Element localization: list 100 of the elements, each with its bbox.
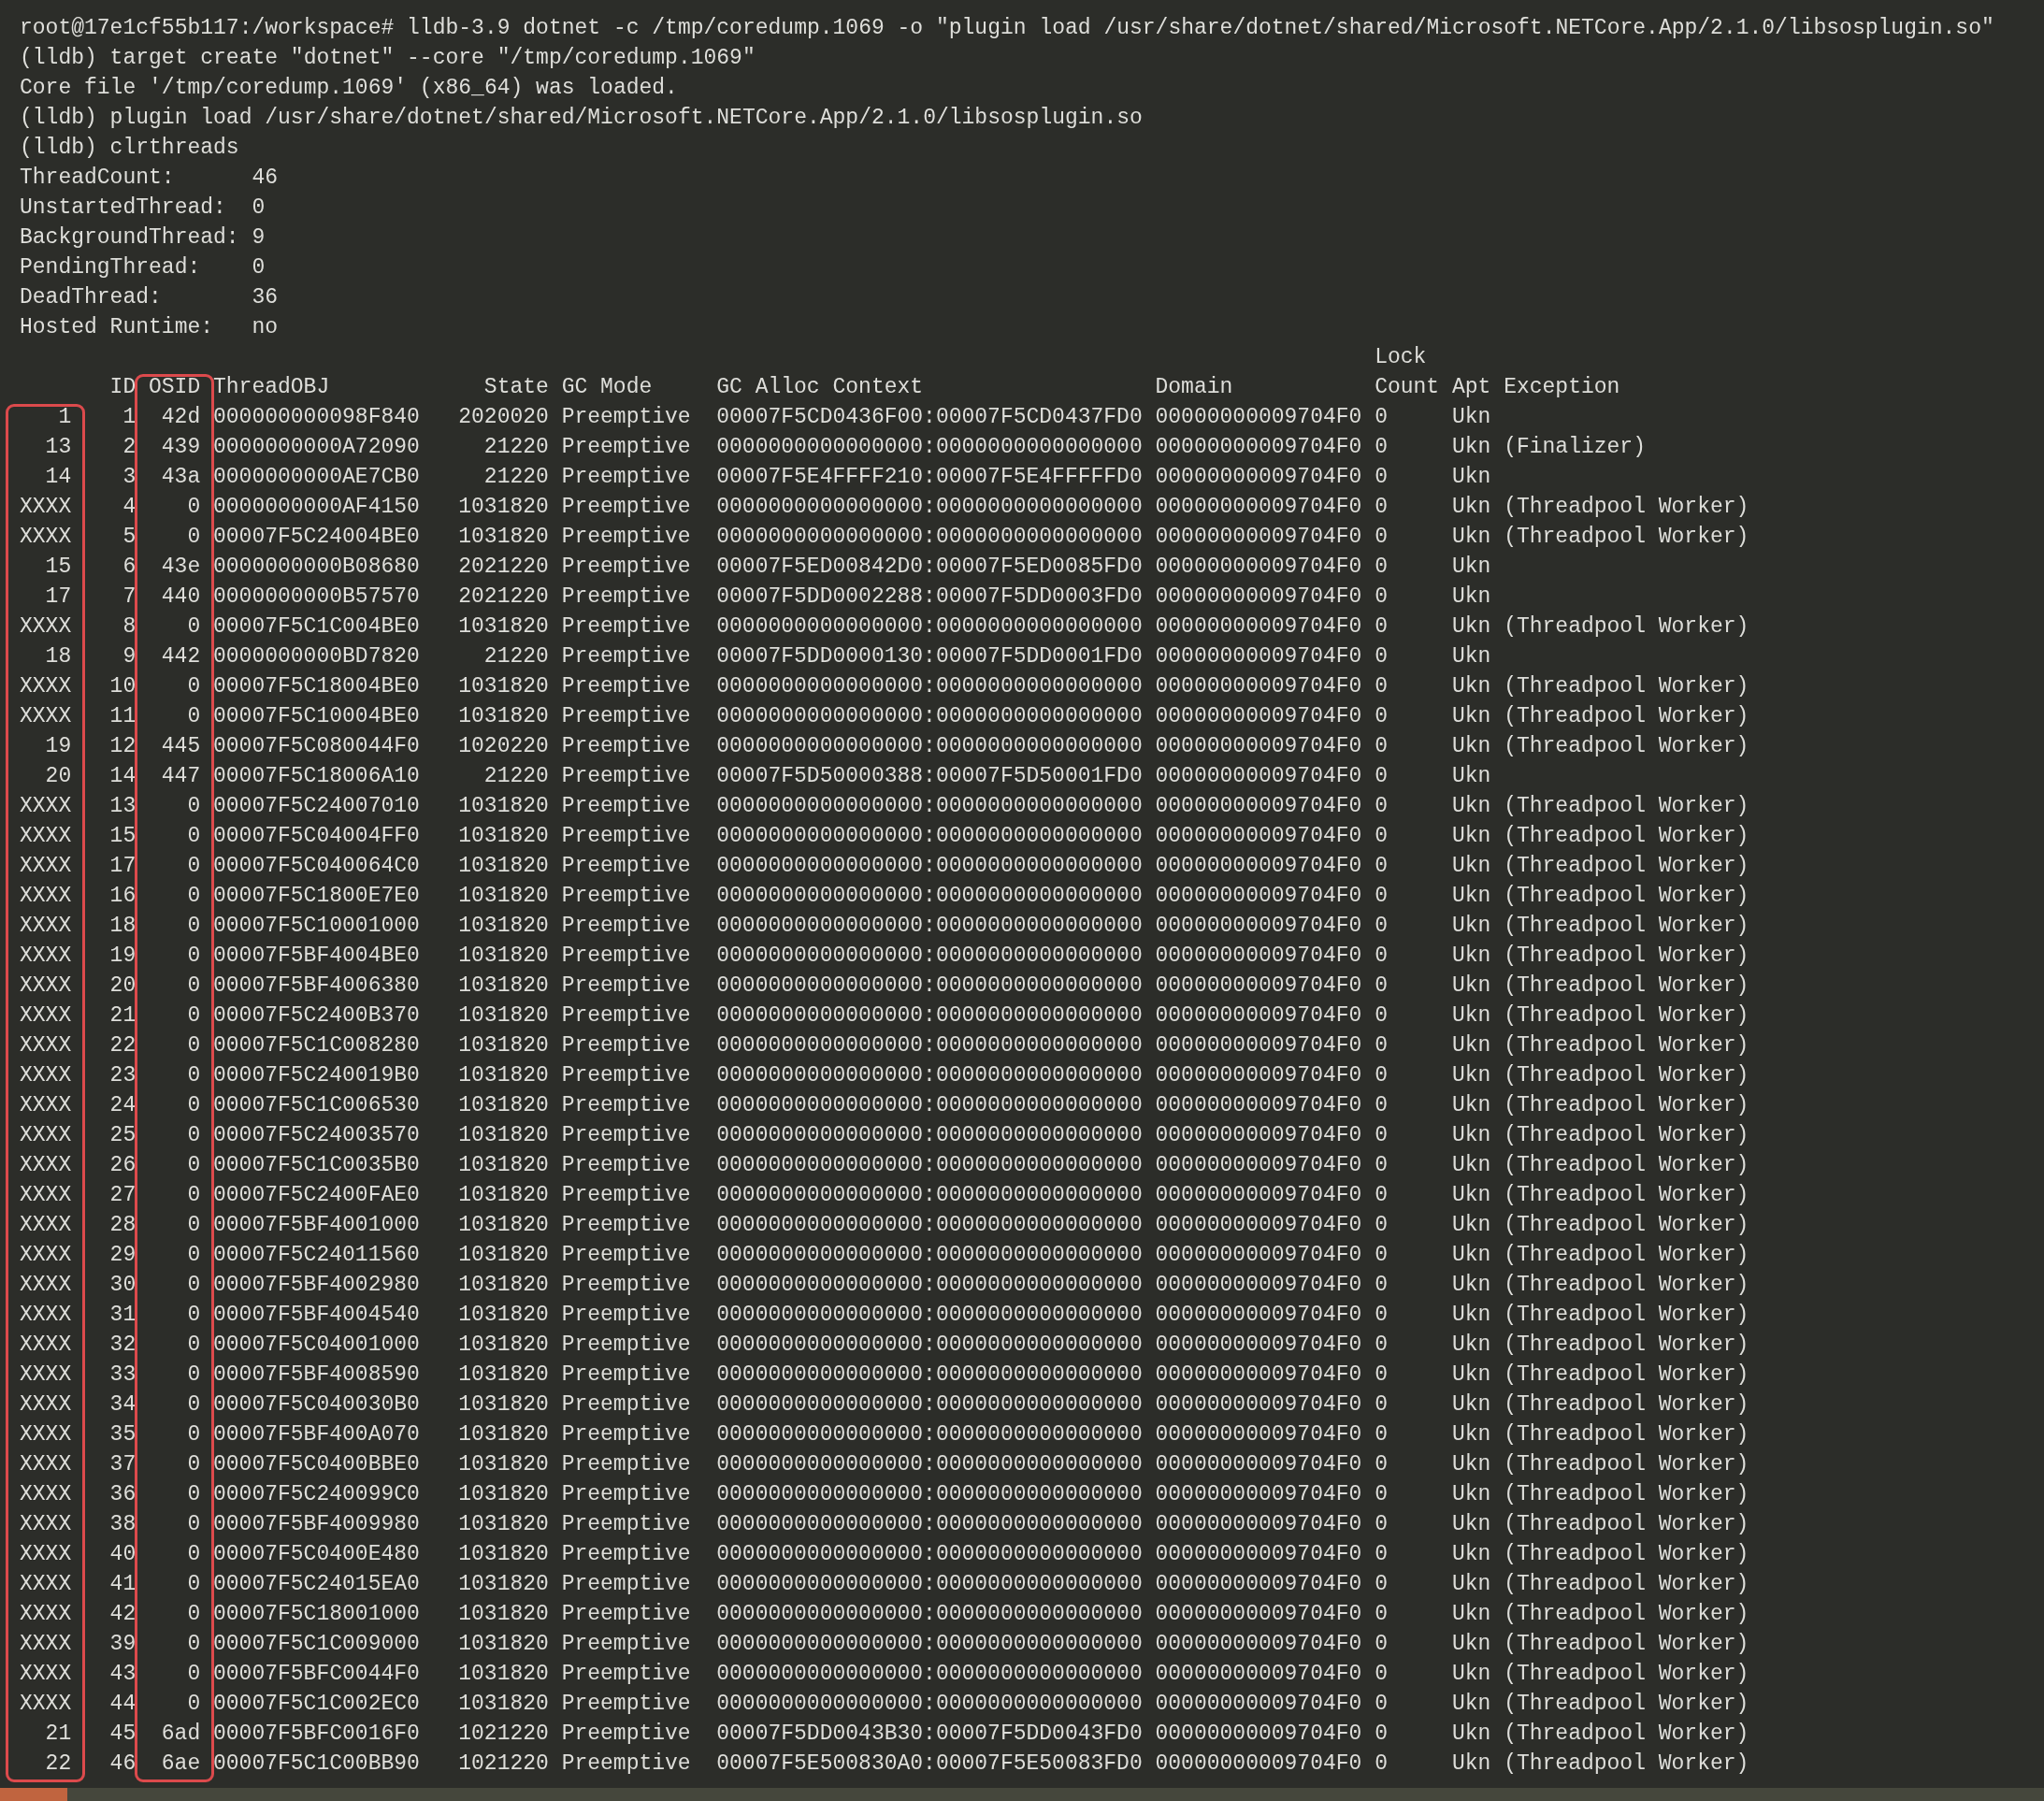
table-cell-text: 00007F5C10001000	[213, 913, 420, 940]
table-cell-text: 0	[187, 1481, 201, 1508]
table-cell-text: Ukn	[1451, 494, 1491, 521]
table-cell-text: 0000000000000000:0000000000000000	[716, 1421, 1143, 1448]
table-cell-text: (Threadpool Worker)	[1504, 1481, 1749, 1508]
table-cell-text: 00007F5BF4009980	[213, 1511, 420, 1538]
table-cell-text: Ukn	[1451, 613, 1491, 641]
stat-label: UnstartedThread:	[20, 195, 227, 222]
table-cell-text: 2020020	[458, 404, 549, 431]
table-cell-text: Preemptive	[561, 763, 691, 790]
table-cell-text: 1031820	[458, 1122, 549, 1149]
table-cell-text: 32	[109, 1332, 137, 1359]
table-cell-text: (Threadpool Worker)	[1504, 1362, 1749, 1389]
table-cell-text: 0	[1375, 1751, 1388, 1778]
table-cell-text: 38	[109, 1511, 137, 1538]
table-cell-text: 0000000000000000:0000000000000000	[716, 613, 1143, 641]
table-cell-text: XXXX	[20, 1661, 72, 1688]
table-cell-text: 0	[187, 883, 201, 910]
table-cell-text: 0	[187, 1032, 201, 1059]
table-cell-text: 8	[122, 613, 137, 641]
table-cell-text: 0000000000000000:0000000000000000	[716, 434, 1143, 461]
table-cell-text: 24	[109, 1092, 137, 1119]
table-cell-text: (Threadpool Worker)	[1504, 1212, 1749, 1239]
table-cell-text: Ukn	[1451, 853, 1491, 880]
table-cell-text: 0	[1375, 1541, 1388, 1568]
table-cell-text: Ukn	[1451, 1182, 1491, 1209]
table-cell-text: 00000000009704F0	[1155, 973, 1362, 1000]
table-cell-text: 00007F5C1C00BB90	[213, 1751, 420, 1778]
table-cell-text: 0000000000000000:0000000000000000	[716, 1122, 1143, 1149]
table-cell-text: 22	[45, 1751, 72, 1778]
table-cell-text: 00007F5C24004BE0	[213, 524, 420, 551]
table-cell-text: 00000000009704F0	[1155, 1391, 1362, 1419]
table-cell-text: 00000000009704F0	[1155, 494, 1362, 521]
table-cell-text: 4	[122, 494, 137, 521]
table-cell-text: Preemptive	[561, 1421, 691, 1448]
table-cell-text: 1031820	[458, 1272, 549, 1299]
table-cell-text: 7	[122, 584, 137, 611]
table-cell-text: Preemptive	[561, 673, 691, 700]
table-cell-text: 00000000009704F0	[1155, 823, 1362, 850]
table-cell-text: 00000000009704F0	[1155, 1272, 1362, 1299]
table-cell-text: 00007F5DD0002288:00007F5DD0003FD0	[716, 584, 1143, 611]
table-cell-text: 0000000000000000:0000000000000000	[716, 673, 1143, 700]
table-cell-text: 0	[187, 673, 201, 700]
table-cell-text: 0000000000000000:0000000000000000	[716, 1212, 1143, 1239]
table-cell-text: 2	[122, 434, 137, 461]
table-cell-text: 0	[1375, 1661, 1388, 1688]
table-cell-text: Preemptive	[561, 434, 691, 461]
table-cell-text: 10	[109, 673, 137, 700]
table-cell-text: XXXX	[20, 1691, 72, 1718]
table-cell-text: Ukn	[1451, 554, 1491, 581]
table-cell-text: 0	[187, 1122, 201, 1149]
table-cell-text: (Threadpool Worker)	[1504, 1032, 1749, 1059]
table-cell-text: Ukn	[1451, 793, 1491, 820]
table-cell-text: Preemptive	[561, 643, 691, 670]
table-cell-text: 21	[45, 1721, 72, 1748]
table-cell-text: 00000000009704F0	[1155, 1661, 1362, 1688]
table-cell-text: (Threadpool Worker)	[1504, 1242, 1749, 1269]
table-cell-text: 00000000009704F0	[1155, 584, 1362, 611]
table-cell-text: 00000000009704F0	[1155, 1601, 1362, 1628]
table-cell-text: Ukn	[1451, 1212, 1491, 1239]
table-cell-text: Ukn	[1451, 913, 1491, 940]
table-cell-text: 00007F5C24015EA0	[213, 1571, 420, 1598]
table-cell-text: XXXX	[20, 1332, 72, 1359]
table-cell-text: 00007F5BF4008590	[213, 1362, 420, 1389]
terminal-line: root@17e1cf55b117:/workspace# lldb-3.9 dotnet -c /tmp/coredump.1069 -o "plugin load /usr/share/dotnet/shared/Microsoft.NETCore.App/2.1.0/libsosplugin.so"	[20, 15, 1994, 42]
table-cell-text: 21	[109, 1002, 137, 1030]
table-cell-text: Preemptive	[561, 1541, 691, 1568]
table-cell-text: XXXX	[20, 1092, 72, 1119]
table-cell-text: 0	[187, 1601, 201, 1628]
table-cell-text: 0	[1375, 1122, 1388, 1149]
table-cell-text: 0	[1375, 733, 1388, 760]
table-cell-text: 0	[187, 1691, 201, 1718]
table-cell-text: 0	[1375, 703, 1388, 730]
table-cell-text: 00000000009704F0	[1155, 1451, 1362, 1478]
table-cell-text: 00007F5C1C004BE0	[213, 613, 420, 641]
table-cell-text: (Finalizer)	[1504, 434, 1646, 461]
table-cell-text: 0	[1375, 1032, 1388, 1059]
table-cell-text: 21220	[483, 643, 549, 670]
table-cell-text: 1031820	[458, 1062, 549, 1089]
table-cell-text: 00000000009704F0	[1155, 793, 1362, 820]
table-cell-text: Preemptive	[561, 1391, 691, 1419]
table-cell-text: Ukn	[1451, 1092, 1491, 1119]
table-cell-text: 35	[109, 1421, 137, 1448]
table-cell-text: 445	[161, 733, 201, 760]
table-cell-text: 1031820	[458, 1002, 549, 1030]
table-cell-text: 00007F5C1C008280	[213, 1032, 420, 1059]
table-cell-text: 00007F5BF4001000	[213, 1212, 420, 1239]
table-cell-text: 0	[1375, 1092, 1388, 1119]
table-cell-text: 0000000000000000:0000000000000000	[716, 1451, 1143, 1478]
column-header: State	[483, 374, 549, 401]
table-cell-text: 00007F5C24007010	[213, 793, 420, 820]
table-cell-text: 41	[109, 1571, 137, 1598]
table-cell-text: 0000000000000000:0000000000000000	[716, 1391, 1143, 1419]
table-cell-text: XXXX	[20, 913, 72, 940]
table-cell-text: 0	[1375, 973, 1388, 1000]
table-cell-text: 44	[109, 1691, 137, 1718]
table-cell-text: 0	[1375, 1152, 1388, 1179]
table-cell-text: 0	[1375, 643, 1388, 670]
table-cell-text: 00007F5C04001000	[213, 1332, 420, 1359]
table-cell-text: 1031820	[458, 943, 549, 970]
